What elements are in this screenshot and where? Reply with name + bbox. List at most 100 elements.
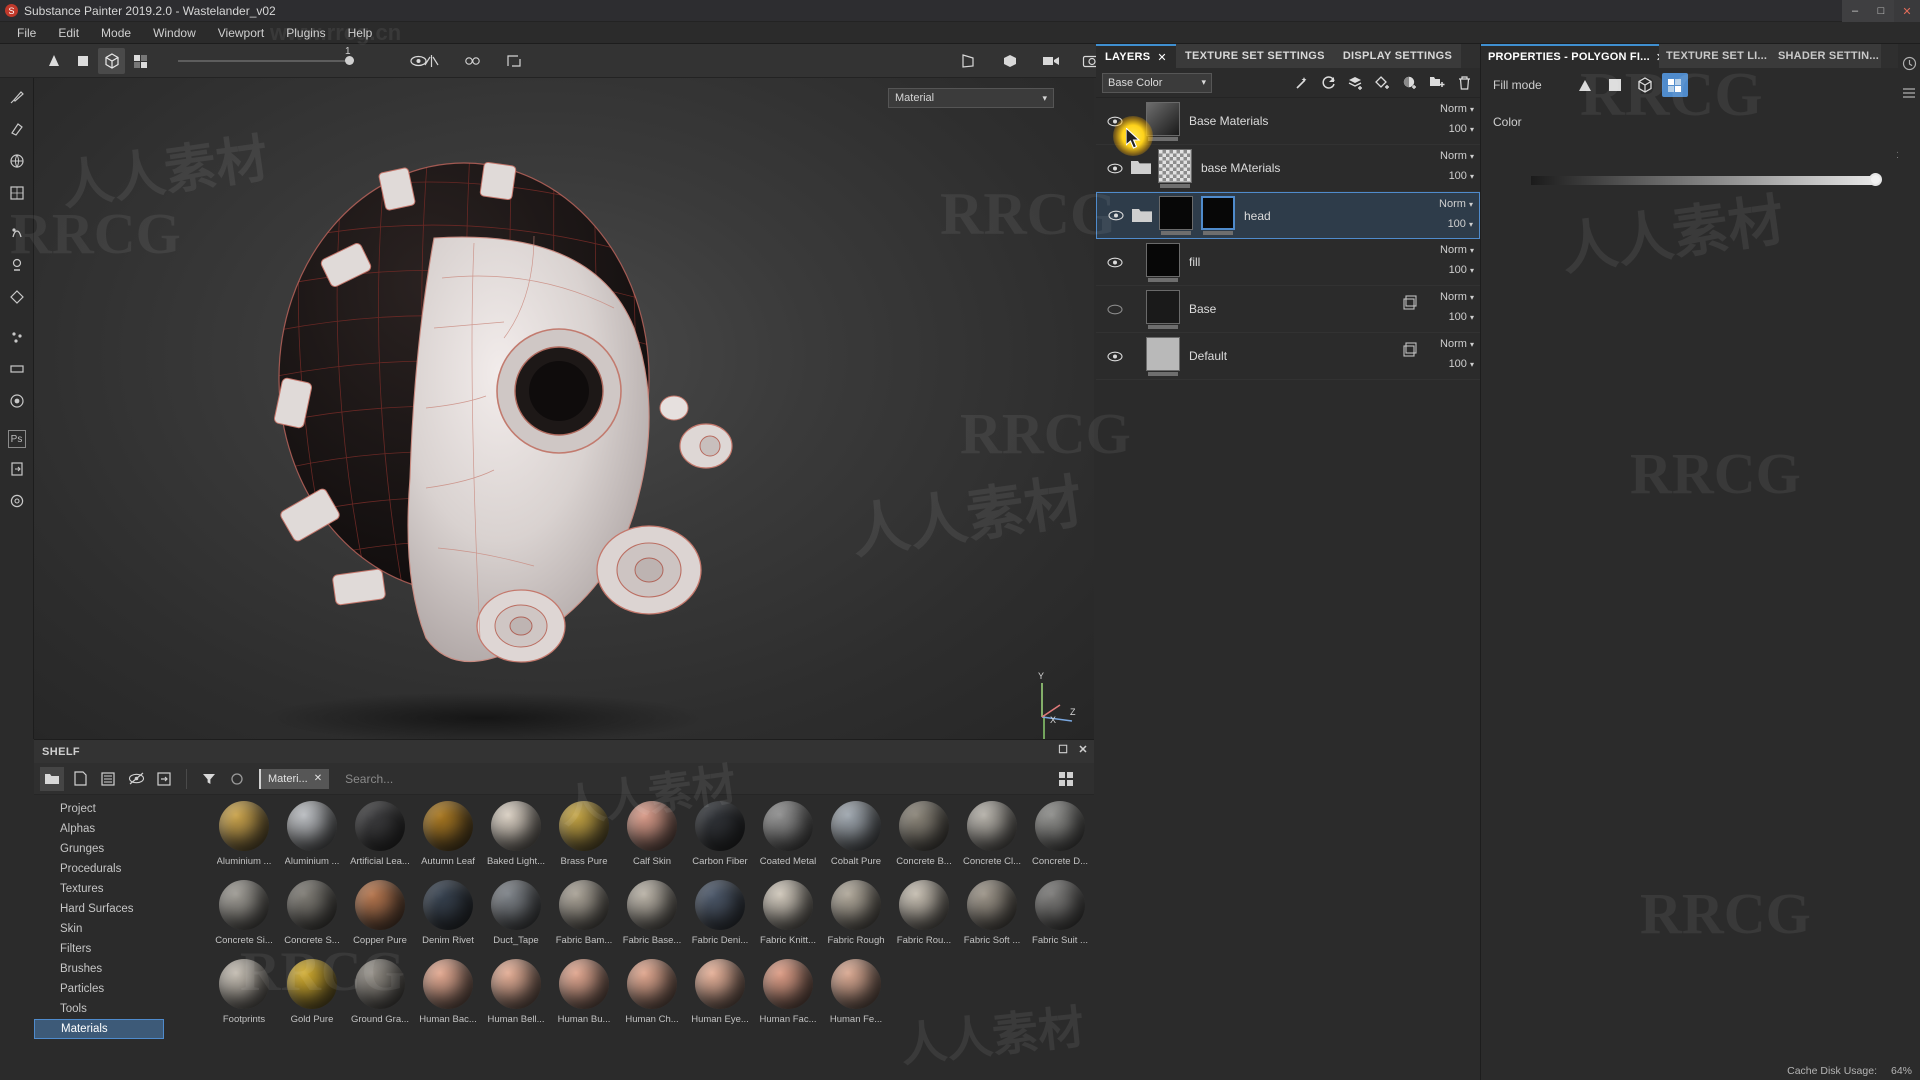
material-thumbnail[interactable]: Concrete B... [890,801,958,880]
hide-icon[interactable] [124,767,148,791]
clone-stamp-icon[interactable] [5,254,29,276]
material-thumbnail[interactable]: Calf Skin [618,801,686,880]
shelf-category-tools[interactable]: Tools [34,999,164,1019]
material-thumbnail[interactable]: Baked Light... [482,801,550,880]
projection-icon[interactable] [5,150,29,172]
eye-visible-icon[interactable] [1102,257,1128,268]
eraser-icon[interactable] [5,118,29,140]
material-thumbnail[interactable]: Fabric Bam... [550,880,618,959]
layer-blend-mode[interactable]: Norm ▾ [1426,291,1474,303]
tab-close-icon[interactable]: ✕ [1157,51,1167,64]
eye-visible-icon[interactable] [1102,163,1128,174]
shelf-filter-chip[interactable]: Materi... ✕ [259,768,330,789]
menu-help[interactable]: Help [337,24,384,42]
float-window-icon[interactable]: ☐ [1058,743,1068,756]
material-thumbnail[interactable]: Brass Pure [550,801,618,880]
material-thumbnail[interactable]: Human Bac... [414,959,482,1038]
material-thumbnail[interactable]: Concrete S... [278,880,346,959]
import-icon[interactable] [152,767,176,791]
layer-blend-mode[interactable]: Norm ▾ [1426,103,1474,115]
cursor-tool-icon[interactable] [40,48,67,74]
delete-icon[interactable] [1454,73,1474,93]
camera-view-icon[interactable] [1037,48,1064,74]
symmetry-icon[interactable] [418,48,445,74]
uv-quad-fill-icon[interactable] [1602,73,1628,97]
material-thumbnail[interactable]: Fabric Soft ... [958,880,1026,959]
uv-shell-fill-icon[interactable] [1632,73,1658,97]
layer-opacity[interactable]: 100 ▾ [1426,123,1474,135]
layer-opacity[interactable]: 100 ▾ [1425,218,1473,230]
layer-row[interactable]: fill Norm ▾ 100 ▾ [1096,239,1480,286]
layer-thumbnail[interactable] [1146,336,1180,376]
layer-mask-thumbnail[interactable] [1201,196,1235,235]
layer-row[interactable]: Base Materials Norm ▾ 100 ▾ [1096,98,1480,145]
material-thumbnail[interactable]: Human Ch... [618,959,686,1038]
layer-thumbnail[interactable] [1146,242,1180,282]
material-thumbnail[interactable]: Copper Pure [346,880,414,959]
mesh-fill-icon[interactable] [1661,73,1688,97]
layer-thumbnail[interactable] [1159,196,1193,235]
layer-blend-mode[interactable]: Norm ▾ [1426,338,1474,350]
material-icon[interactable] [5,390,29,412]
layer-name[interactable]: base MAterials [1201,161,1280,175]
settings-icon[interactable] [5,490,29,512]
shelf-category-project[interactable]: Project [34,799,164,819]
layer-thumbnail[interactable] [1158,148,1192,188]
list-icon[interactable] [1900,84,1918,102]
material-thumbnail[interactable]: Aluminium ... [278,801,346,880]
folder-icon[interactable] [1130,159,1152,177]
tab-display-settings[interactable]: DISPLAY SETTINGS [1333,44,1462,68]
layer-name[interactable]: Base Materials [1189,114,1268,128]
shelf-category-brushes[interactable]: Brushes [34,959,164,979]
material-thumbnail[interactable]: Carbon Fiber [686,801,754,880]
filter-icon[interactable] [197,767,221,791]
shelf-category-textures[interactable]: Textures [34,879,164,899]
material-thumbnail[interactable]: Footprints [210,959,278,1038]
smudge-icon[interactable] [5,222,29,244]
eye-visible-icon[interactable] [1103,210,1129,221]
material-thumbnail[interactable]: Fabric Deni... [686,880,754,959]
layer-name[interactable]: Default [1189,349,1227,363]
material-thumbnail[interactable]: Fabric Knitt... [754,880,822,959]
slider-knob[interactable] [345,56,354,65]
tab-texture-set-list[interactable]: TEXTURE SET LI... [1659,44,1771,68]
layer-row[interactable]: Default Norm ▾ 100 ▾ [1096,333,1480,380]
eye-hidden-icon[interactable] [1102,304,1128,315]
menu-edit[interactable]: Edit [47,24,90,42]
layer-thumbnail[interactable] [1146,289,1180,329]
shelf-category-skin[interactable]: Skin [34,919,164,939]
screen-icon[interactable] [955,48,982,74]
add-adjustment-icon[interactable] [1400,73,1420,93]
cube-view-icon[interactable] [996,48,1023,74]
menu-plugins[interactable]: Plugins [275,24,336,42]
material-thumbnail[interactable]: Fabric Base... [618,880,686,959]
shelf-category-hard-surfaces[interactable]: Hard Surfaces [34,899,164,919]
material-thumbnail[interactable]: Fabric Suit ... [1026,880,1094,959]
minimize-button[interactable]: – [1842,0,1868,22]
menu-file[interactable]: File [6,24,47,42]
menu-viewport[interactable]: Viewport [207,24,275,42]
shelf-category-grunges[interactable]: Grunges [34,839,164,859]
layer-opacity[interactable]: 100 ▾ [1426,170,1474,182]
add-fill-layer-icon[interactable] [1346,73,1366,93]
history-icon[interactable] [1900,54,1918,72]
material-thumbnail[interactable]: Duct_Tape [482,880,550,959]
shelf-category-materials[interactable]: Materials [34,1019,164,1039]
material-thumbnail[interactable]: Aluminium ... [210,801,278,880]
folder-icon[interactable] [40,766,64,791]
shelf-search-input[interactable]: Search... [333,768,1094,790]
layer-row[interactable]: base MAterials Norm ▾ 100 ▾ [1096,145,1480,192]
tab-shader-settings[interactable]: SHADER SETTIN... [1771,44,1881,68]
tab-layers[interactable]: LAYERS ✕ [1096,44,1176,68]
close-button[interactable]: ✕ [1894,0,1920,22]
layer-blend-mode[interactable]: Norm ▾ [1426,150,1474,162]
blur-icon[interactable] [5,358,29,380]
material-thumbnail[interactable]: Gold Pure [278,959,346,1038]
tab-properties-polygon-fill[interactable]: PROPERTIES - POLYGON FI... ✕ [1481,44,1659,68]
material-thumbnail[interactable]: Denim Rivet [414,880,482,959]
particle-icon[interactable] [5,326,29,348]
material-thumbnail[interactable]: Fabric Rough [822,880,890,959]
export-icon[interactable] [5,458,29,480]
channel-dropdown[interactable]: Base Color ▾ [1102,72,1212,93]
add-paint-layer-icon[interactable] [1373,73,1393,93]
